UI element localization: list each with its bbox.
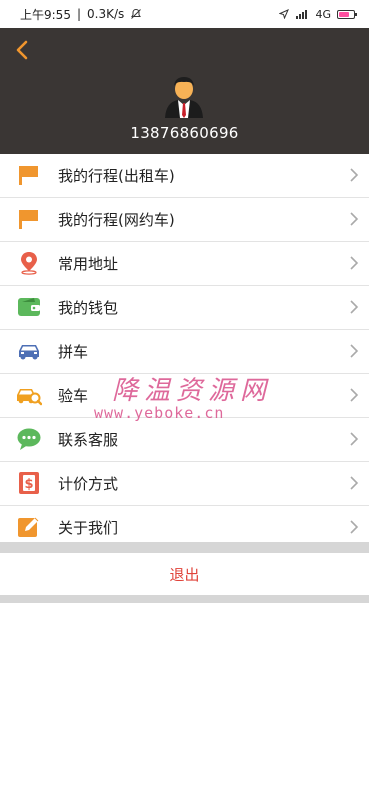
car-inspect-icon xyxy=(17,389,42,406)
section-divider xyxy=(0,595,369,603)
network-type: 4G xyxy=(315,7,331,21)
profile-header: 13876860696 xyxy=(0,28,369,154)
chevron-right-icon xyxy=(350,300,359,314)
menu-item-car-inspection[interactable]: 验车 xyxy=(0,374,369,418)
status-right: 4G xyxy=(279,7,357,21)
chevron-right-icon xyxy=(350,256,359,270)
bell-off-icon xyxy=(131,8,142,19)
wallet-icon xyxy=(18,298,40,316)
chevron-right-icon xyxy=(350,168,359,182)
edit-icon xyxy=(18,517,39,537)
location-arrow-icon xyxy=(279,9,290,19)
menu-item-pricing[interactable]: $ 计价方式 xyxy=(0,462,369,506)
menu-item-label: 拼车 xyxy=(58,343,89,361)
menu-item-customer-service[interactable]: 联系客服 xyxy=(0,418,369,462)
menu-item-ride-hailing-trips[interactable]: 我的行程(网约车) xyxy=(0,198,369,242)
menu-item-label: 我的行程(网约车) xyxy=(58,211,175,229)
section-divider xyxy=(0,542,369,553)
phone-number: 13876860696 xyxy=(130,124,239,142)
menu-item-label: 验车 xyxy=(58,387,89,405)
status-left: 上午9:55 | 0.3K/s xyxy=(20,6,142,23)
chevron-right-icon xyxy=(350,212,359,226)
menu-item-wallet[interactable]: 我的钱包 xyxy=(0,286,369,330)
logout-button[interactable]: 退出 xyxy=(0,553,369,595)
status-separator: | xyxy=(76,7,81,21)
svg-text:$: $ xyxy=(24,477,33,492)
chevron-left-icon xyxy=(16,40,28,60)
status-bar: 上午9:55 | 0.3K/s 4G xyxy=(0,0,369,28)
menu-list: 我的行程(出租车) 我的行程(网约车) 常用地址 我的钱包 拼车 验车 联系客服… xyxy=(0,154,369,550)
chevron-right-icon xyxy=(350,520,359,534)
flag-icon xyxy=(19,166,38,185)
battery-icon xyxy=(337,9,357,19)
chevron-right-icon xyxy=(350,388,359,402)
menu-item-label: 常用地址 xyxy=(58,255,119,273)
status-time: 上午9:55 xyxy=(20,7,71,22)
back-button[interactable] xyxy=(10,36,34,64)
status-speed: 0.3K/s xyxy=(87,7,125,21)
menu-item-common-addresses[interactable]: 常用地址 xyxy=(0,242,369,286)
chevron-right-icon xyxy=(350,344,359,358)
avatar[interactable] xyxy=(162,74,206,118)
chevron-right-icon xyxy=(350,432,359,446)
location-pin-icon xyxy=(21,252,37,275)
flag-icon xyxy=(19,210,38,229)
signal-icon xyxy=(296,10,308,19)
dollar-icon: $ xyxy=(19,472,39,494)
chat-icon xyxy=(17,428,41,450)
menu-item-label: 关于我们 xyxy=(58,519,119,537)
menu-item-label: 联系客服 xyxy=(58,431,119,449)
car-icon xyxy=(19,345,39,360)
menu-item-label: 我的钱包 xyxy=(58,299,119,317)
chevron-right-icon xyxy=(350,476,359,490)
menu-item-label: 我的行程(出租车) xyxy=(58,167,175,185)
menu-item-taxi-trips[interactable]: 我的行程(出租车) xyxy=(0,154,369,198)
menu-item-carpool[interactable]: 拼车 xyxy=(0,330,369,374)
menu-item-label: 计价方式 xyxy=(58,475,119,493)
